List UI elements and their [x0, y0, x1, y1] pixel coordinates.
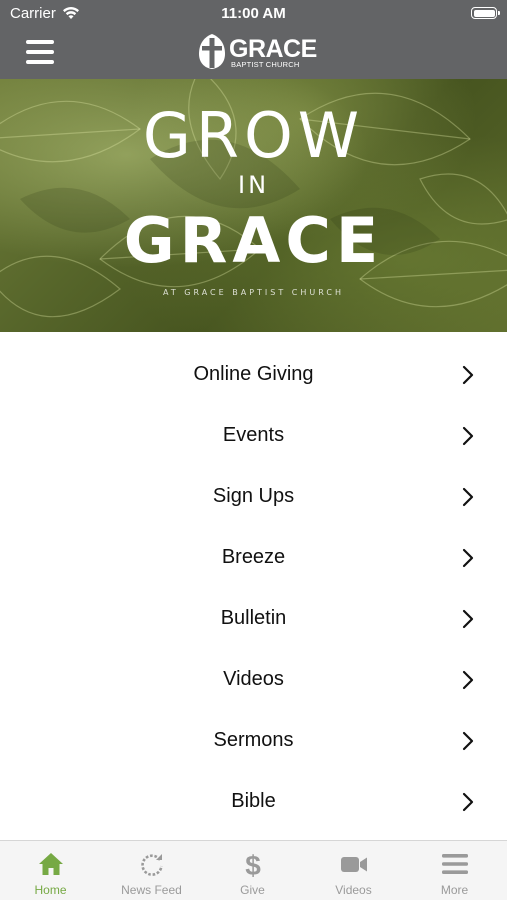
logo-subtitle: BAPTIST CHURCH	[231, 60, 300, 69]
banner-title-line-3: GRACE	[123, 204, 384, 277]
menu-item-online-giving[interactable]: Online Giving	[0, 344, 507, 405]
menu-item-videos[interactable]: Videos	[0, 649, 507, 710]
menu-item-breeze[interactable]: Breeze	[0, 527, 507, 588]
status-bar: Carrier 11:00 AM	[0, 0, 507, 28]
video-camera-icon	[341, 857, 367, 872]
battery-icon	[471, 7, 500, 19]
menu-item-label: Videos	[223, 668, 284, 690]
tab-more[interactable]: More	[404, 841, 505, 901]
chevron-right-icon	[462, 792, 474, 812]
tab-label: News Feed	[121, 883, 182, 897]
menu-item-label: Sermons	[213, 729, 294, 751]
menu-item-label: Online Giving	[193, 363, 314, 385]
menu-item-bulletin[interactable]: Bulletin	[0, 588, 507, 649]
tab-label: Give	[240, 883, 265, 897]
tab-label: Videos	[335, 883, 372, 897]
chevron-right-icon	[462, 548, 474, 568]
menu-item-sign-ups[interactable]: Sign Ups	[0, 466, 507, 527]
svg-text:$: $	[245, 850, 261, 878]
menu-item-label: Breeze	[221, 546, 286, 568]
chevron-right-icon	[462, 487, 474, 507]
banner-title-line-2: IN	[237, 171, 270, 199]
menu-item-label: Sign Ups	[212, 485, 295, 507]
menu-item-label: Bible	[231, 790, 276, 812]
tab-videos[interactable]: Videos	[303, 841, 404, 901]
chevron-right-icon	[462, 670, 474, 690]
chevron-right-icon	[462, 609, 474, 629]
more-menu-icon	[442, 854, 468, 874]
dollar-icon: $	[245, 850, 261, 878]
menu-item-label: Bulletin	[220, 607, 287, 629]
chevron-right-icon	[462, 731, 474, 751]
tab-label: Home	[34, 883, 67, 897]
clock: 11:00 AM	[221, 5, 286, 22]
menu-item-events[interactable]: Events	[0, 405, 507, 466]
menu-item-bible[interactable]: Bible	[0, 771, 507, 832]
church-logo: GRACE BAPTIST CHURCH	[197, 32, 317, 72]
tab-label: More	[440, 883, 469, 897]
hero-banner: GROW IN GRACE AT GRACE BAPTIST CHURCH	[0, 79, 507, 332]
refresh-icon	[141, 854, 163, 876]
tab-news-feed[interactable]: News Feed	[101, 841, 202, 901]
menu-item-label: Events	[222, 424, 285, 446]
tab-give[interactable]: $ Give	[202, 841, 303, 901]
banner-tagline: AT GRACE BAPTIST CHURCH	[163, 288, 344, 297]
hamburger-menu-icon[interactable]	[26, 40, 54, 64]
cross-logo-icon	[199, 34, 225, 69]
nav-bar: GRACE BAPTIST CHURCH	[0, 28, 507, 79]
tab-home[interactable]: Home	[0, 841, 101, 901]
home-icon	[39, 853, 63, 875]
home-menu-list: Online Giving Events Sign Ups Breeze Bul…	[0, 344, 507, 832]
tab-bar: Home News Feed $ Give Videos More	[0, 840, 507, 900]
banner-title-line-1: GROW	[142, 99, 365, 172]
chevron-right-icon	[462, 426, 474, 446]
chevron-right-icon	[462, 365, 474, 385]
menu-item-sermons[interactable]: Sermons	[0, 710, 507, 771]
